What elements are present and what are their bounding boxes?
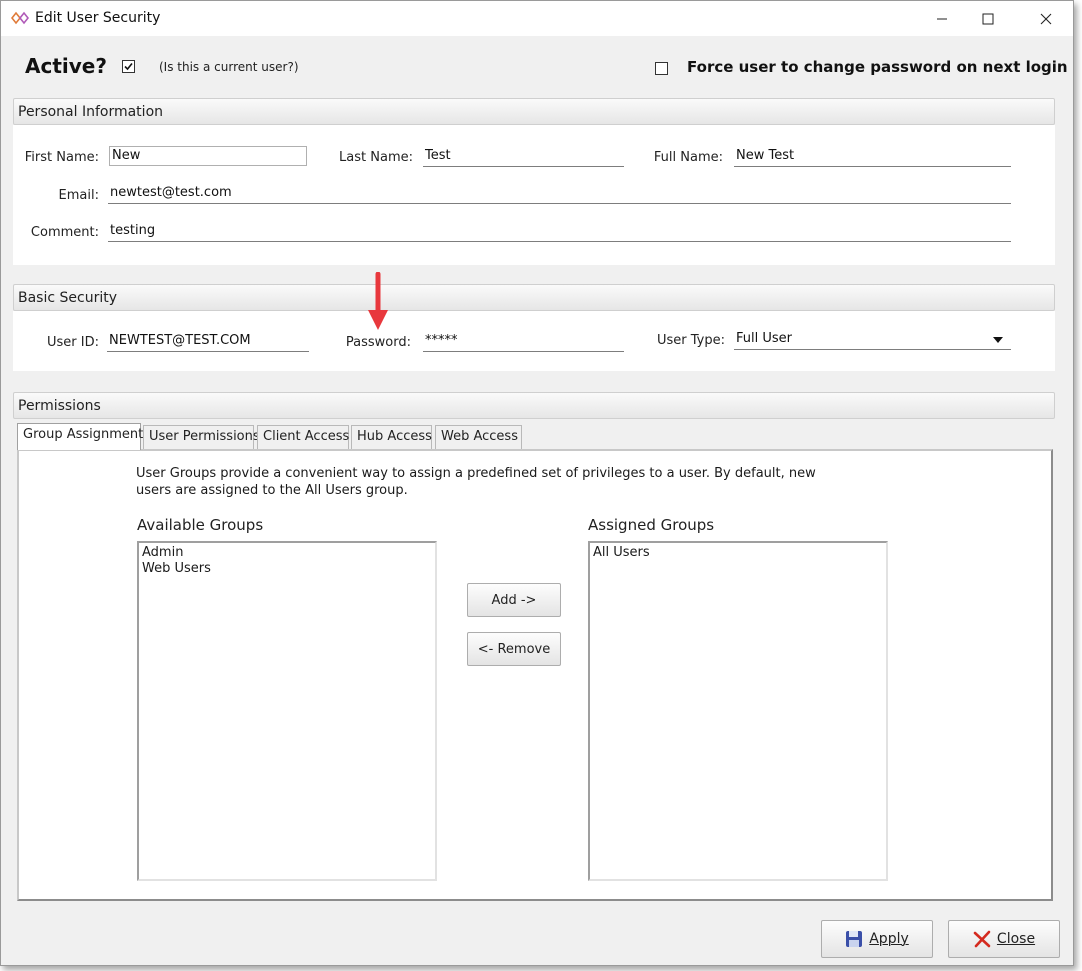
email-label: Email: <box>58 188 99 203</box>
tab-web-access[interactable]: Web Access <box>435 425 522 449</box>
save-disk-icon <box>846 931 863 947</box>
annotation-arrow-icon <box>368 272 388 330</box>
tab-group-assignment[interactable]: Group Assignment <box>17 423 143 450</box>
group-description-line2: users are assigned to the All Users grou… <box>136 483 408 498</box>
basic-security-header: Basic Security <box>13 284 1055 311</box>
full-name-field[interactable]: New Test <box>734 147 1011 167</box>
user-type-select[interactable]: Full User <box>734 330 1011 350</box>
first-name-label: First Name: <box>24 150 99 165</box>
tab-client-access[interactable]: Client Access <box>257 425 349 449</box>
group-assignment-panel: User Groups provide a convenient way to … <box>17 449 1053 901</box>
comment-label: Comment: <box>30 225 99 240</box>
personal-information-header: Personal Information <box>13 98 1055 125</box>
group-description-line1: User Groups provide a convenient way to … <box>136 466 816 481</box>
comment-field[interactable]: testing <box>108 222 1011 242</box>
close-icon <box>1040 13 1052 24</box>
assigned-groups-list[interactable]: All Users <box>588 541 888 881</box>
force-change-password-checkbox[interactable] <box>655 62 668 75</box>
remove-group-button[interactable]: <- Remove <box>467 632 561 666</box>
email-field[interactable]: newtest@test.com <box>108 184 1011 204</box>
red-x-icon <box>973 930 991 948</box>
assigned-groups-title: Assigned Groups <box>588 516 715 534</box>
list-item[interactable]: Web Users <box>142 561 432 577</box>
first-name-field[interactable]: New <box>109 146 307 166</box>
user-type-value: Full User <box>736 331 792 346</box>
tab-user-permissions[interactable]: User Permissions <box>143 425 260 449</box>
full-name-label: Full Name: <box>653 150 723 165</box>
window-title: Edit User Security <box>35 10 161 26</box>
active-hint: (Is this a current user?) <box>159 60 299 74</box>
force-change-password-label: Force user to change password on next lo… <box>687 58 1068 76</box>
available-groups-list[interactable]: Admin Web Users <box>137 541 437 881</box>
password-label: Password: <box>345 335 411 350</box>
close-button[interactable]: Close <box>948 920 1060 958</box>
list-item[interactable]: All Users <box>593 545 883 561</box>
add-group-button[interactable]: Add -> <box>467 583 561 617</box>
apply-label: Apply <box>869 931 909 947</box>
app-logo-icon <box>11 11 29 25</box>
last-name-field[interactable]: Test <box>423 147 624 167</box>
active-label: Active? <box>25 54 107 78</box>
last-name-label: Last Name: <box>339 150 413 165</box>
active-checkbox[interactable] <box>122 60 135 73</box>
edit-user-security-window: Edit User Security Active? (Is this a cu… <box>0 0 1074 966</box>
minimize-button[interactable] <box>919 1 965 36</box>
tab-hub-access[interactable]: Hub Access <box>351 425 432 449</box>
close-window-button[interactable] <box>1023 1 1069 36</box>
user-id-label: User ID: <box>47 335 99 350</box>
dropdown-arrow-icon <box>993 337 1003 343</box>
maximize-button[interactable] <box>965 1 1011 36</box>
title-bar: Edit User Security <box>1 1 1073 36</box>
list-item[interactable]: Admin <box>142 545 432 561</box>
checkmark-icon <box>124 62 133 71</box>
close-label: Close <box>996 931 1036 947</box>
available-groups-title: Available Groups <box>137 516 264 534</box>
user-type-label: User Type: <box>656 333 725 348</box>
minimize-icon <box>937 18 947 19</box>
password-field[interactable]: ***** <box>423 332 624 352</box>
user-id-field[interactable]: NEWTEST@TEST.COM <box>107 332 309 352</box>
group-description: User Groups provide a convenient way to … <box>136 465 816 499</box>
apply-button[interactable]: Apply <box>821 920 933 958</box>
maximize-icon <box>982 13 994 24</box>
permissions-header: Permissions <box>13 392 1055 419</box>
